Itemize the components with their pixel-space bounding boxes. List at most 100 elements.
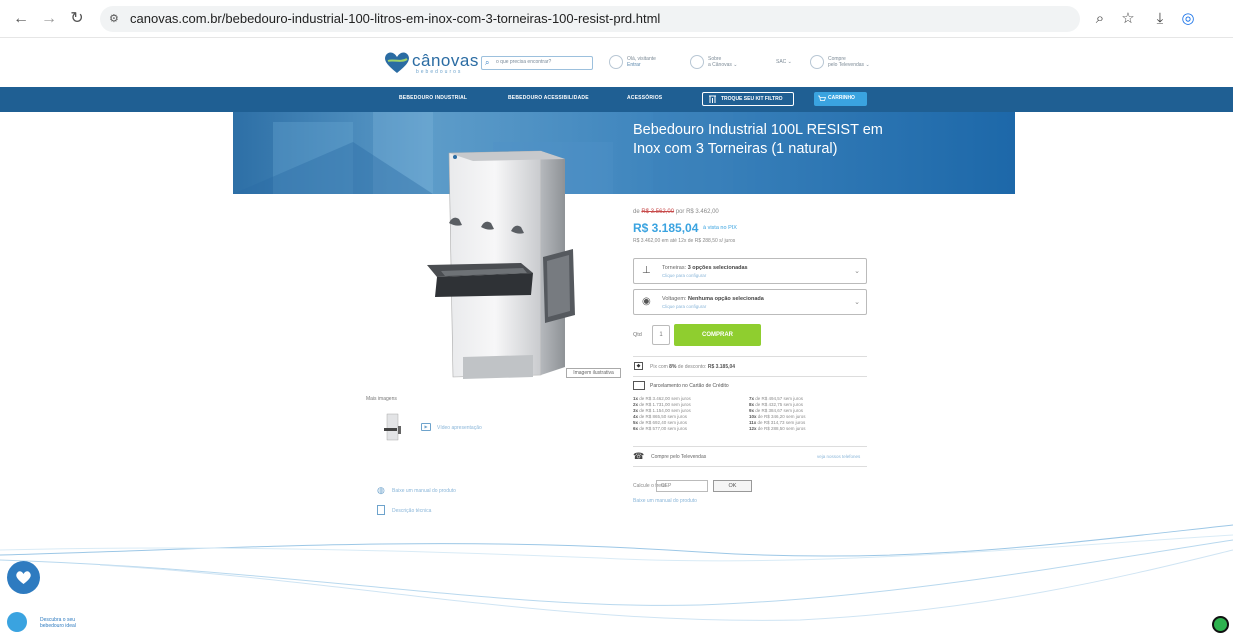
buy-line2: pelo Televendas <box>828 62 865 68</box>
zoom-icon[interactable]: ⌕ <box>1090 10 1110 30</box>
pix-note: à vista no PIX <box>703 225 737 231</box>
whatsapp-icon[interactable] <box>1212 616 1229 633</box>
televendas-menu[interactable]: Compre pelo Televendas ⌄ <box>810 55 880 71</box>
cart-label: CARRINHO <box>828 95 855 101</box>
logo[interactable]: cânovas bebedouros <box>383 49 478 79</box>
nav-acessibilidade[interactable]: BEBEDOURO ACESSIBILIDADE <box>508 95 589 101</box>
taps-selector[interactable]: ⊥ Torneiras: 3 opções selecionadas Cliqu… <box>633 258 867 284</box>
voltage-selector[interactable]: ◉ Voltagem: Nenhuma opção selecionada Cl… <box>633 289 867 315</box>
chevron-down-icon: ⌄ <box>854 299 860 306</box>
voltage-hint: Clique para configurar <box>662 304 707 309</box>
pix-discount-line: Pix com 8% de desconto: R$ 3.185,04 <box>650 364 735 370</box>
back-icon[interactable]: ← <box>12 10 30 28</box>
manual-link-right[interactable]: Baixe um manual do produto <box>633 498 697 504</box>
credit-card-icon <box>633 381 645 390</box>
pix-value: R$ 3.185,04 <box>707 364 736 370</box>
more-images-label: Mais imagens <box>366 396 397 402</box>
profile-icon[interactable]: ◎ <box>1178 10 1198 30</box>
product-title: Bebedouro Industrial 100L RESIST em Inox… <box>633 122 883 157</box>
address-bar[interactable]: ⚙ canovas.com.br/bebedouro-industrial-10… <box>100 6 1080 32</box>
search-input[interactable]: ⌕ o que precisa encontrar? <box>481 56 593 70</box>
promo-widget[interactable]: Descubra o seu bebedouro ideal <box>7 609 95 635</box>
heart-logo-icon <box>385 52 409 73</box>
search-icon: ⌕ <box>485 58 490 67</box>
faucet-icon: ⊥ <box>642 265 651 276</box>
chat-icon <box>690 55 704 69</box>
promo-icon <box>7 612 27 632</box>
sac-label: SAC <box>776 59 787 65</box>
sac-menu[interactable]: SAC ⌄ <box>758 55 798 71</box>
taps-hint: Clique para configurar <box>662 273 707 278</box>
quantity-label: Qtd <box>633 332 642 338</box>
forward-icon[interactable]: → <box>40 10 58 28</box>
promo-line2: bebedouro ideal <box>40 623 76 629</box>
browser-toolbar: ← → ↻ ⚙ canovas.com.br/bebedouro-industr… <box>0 0 1233 38</box>
url-text[interactable]: canovas.com.br/bebedouro-industrial-100-… <box>130 11 660 26</box>
pix-price: R$ 3.185,04 <box>633 221 699 235</box>
filter-icon <box>709 95 716 103</box>
video-icon[interactable]: ▶ <box>421 423 431 431</box>
download-icon[interactable]: ⤓ <box>1150 10 1170 30</box>
installment-row: 12x de R$ 288,50 sem juros <box>749 426 806 431</box>
voltage-value: Nenhuma opção selecionada <box>688 296 764 302</box>
old-price: R$ 3.562,00 <box>641 209 675 215</box>
taps-label: Torneiras: <box>662 265 687 271</box>
cep-ok-button[interactable]: OK <box>713 480 752 492</box>
divider <box>633 376 867 377</box>
voltage-label: Voltagem: <box>662 296 687 302</box>
login-action: Entrar <box>627 62 641 68</box>
download-manual-icon[interactable]: ◍ <box>377 485 385 496</box>
quantity-input[interactable]: 1 <box>652 325 670 345</box>
troque-kit-label: TROQUE SEU KIT FILTRO <box>721 96 783 102</box>
divider <box>633 446 867 447</box>
assistant-bubble[interactable] <box>7 561 40 594</box>
cart-icon <box>818 95 826 101</box>
plug-icon: ◉ <box>642 296 651 307</box>
reload-icon[interactable]: ↻ <box>68 10 86 28</box>
about-menu[interactable]: Sobre a Cânovas ⌄ <box>690 55 745 71</box>
about-line2: a Cânovas <box>708 62 732 68</box>
chevron-down-icon: ⌄ <box>854 268 860 275</box>
heart-icon <box>16 571 31 584</box>
cart-button[interactable]: CARRINHO <box>814 92 867 106</box>
pix-discount: 8% <box>669 364 677 370</box>
buy-button[interactable]: COMPRAR <box>674 324 761 346</box>
taps-value: 3 opções selecionadas <box>687 265 748 271</box>
manual-link[interactable]: Baixe um manual do produto <box>392 488 456 494</box>
video-link[interactable]: Vídeo apresentação <box>437 425 482 431</box>
phone-icon <box>810 55 824 69</box>
nav-industrial[interactable]: BEBEDOURO INDUSTRIAL <box>399 95 467 101</box>
image-caption: Imagem ilustrativa <box>566 368 621 378</box>
divider <box>633 356 867 357</box>
star-icon[interactable]: ☆ <box>1118 10 1138 30</box>
login-link[interactable]: Olá, visitante Entrar <box>609 55 669 71</box>
por-price: por R$ 3.462,00 <box>675 209 719 215</box>
logo-subtext: bebedouros <box>416 69 463 75</box>
de-prefix: de <box>633 209 640 215</box>
installment-row: 6x de R$ 577,00 sem juros <box>633 426 688 431</box>
pix-suffix: de desconto: <box>677 364 707 370</box>
promo-text: Descubra o seu bebedouro ideal <box>40 617 76 629</box>
water-cooler-image <box>427 150 575 379</box>
main-navigation: BEBEDOURO INDUSTRIAL BEBEDOURO ACESSIBIL… <box>0 87 1233 112</box>
nav-acessorios[interactable]: ACESSÓRIOS <box>627 95 662 101</box>
thumbnail-image <box>384 413 401 441</box>
cep-input[interactable]: CEP <box>656 480 708 492</box>
logo-text: cânovas <box>412 51 479 70</box>
headset-icon <box>758 55 772 69</box>
pix-prefix: Pix com <box>650 364 668 370</box>
pix-icon: ◆ <box>634 362 643 370</box>
divider <box>633 466 867 467</box>
search-placeholder: o que precisa encontrar? <box>496 59 552 65</box>
installments-right-column: 7x de R$ 494,57 sem juros 8x de R$ 432,7… <box>749 396 806 432</box>
troque-kit-button[interactable]: TROQUE SEU KIT FILTRO <box>702 92 794 106</box>
product-image[interactable] <box>423 145 583 385</box>
user-icon <box>609 55 623 69</box>
installments-left-column: 1x de R$ 3.462,00 sem juros 2x de R$ 1.7… <box>633 396 691 432</box>
old-price-line: de R$ 3.562,00 por R$ 3.462,00 <box>633 209 719 215</box>
phone-icon: ☎ <box>633 451 645 461</box>
product-thumbnail[interactable] <box>384 413 402 441</box>
site-info-icon[interactable]: ⚙ <box>109 12 123 26</box>
decorative-waves <box>0 524 1233 621</box>
phones-link[interactable]: veja nossos telefones <box>817 454 860 459</box>
